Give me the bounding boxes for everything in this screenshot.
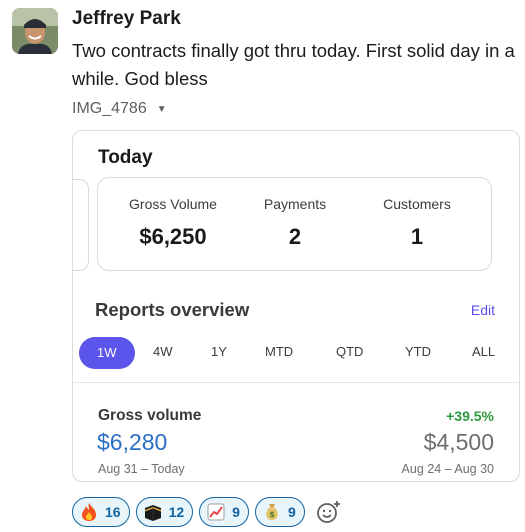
previous-card-edge (73, 179, 89, 271)
range-mtd[interactable]: MTD (265, 344, 293, 359)
chart-increasing-icon (206, 502, 226, 522)
metric-value: $6,250 (139, 224, 207, 249)
reports-overview-title: Reports overview (95, 299, 250, 320)
reaction-count: 16 (105, 504, 121, 520)
reaction-fire[interactable]: 16 (72, 497, 130, 527)
gross-volume-previous-range: Aug 24 – Aug 30 (401, 462, 494, 476)
caret-down-icon[interactable]: ▼ (157, 104, 167, 115)
attached-image[interactable]: Today Gross Volume $6,250 Payments 2 Cus… (72, 130, 520, 482)
metric-label: Payments (263, 196, 327, 212)
range-selector: 1W 4W 1Y MTD QTD YTD ALL (73, 334, 519, 374)
attachment-header[interactable]: IMG_4786 ▼ (72, 100, 167, 118)
range-4w[interactable]: 4W (153, 344, 173, 359)
range-ytd[interactable]: YTD (405, 344, 431, 359)
money-bag-icon: $ (262, 502, 282, 522)
today-summary-card: Gross Volume $6,250 Payments 2 Customers… (97, 177, 492, 271)
divider (73, 382, 519, 383)
avatar[interactable] (12, 8, 58, 54)
metric-value: 1 (410, 224, 424, 249)
gross-volume-change: +39.5% (446, 408, 494, 424)
svg-text:$: $ (269, 510, 275, 519)
metric-label: Customers (383, 196, 451, 212)
message-author[interactable]: Jeffrey Park (72, 8, 181, 30)
reaction-kaaba[interactable]: 12 (135, 497, 194, 527)
metric-label: Gross Volume (129, 196, 217, 212)
reaction-chart-increasing[interactable]: 9 (199, 497, 249, 527)
range-1w[interactable]: 1W (79, 337, 135, 369)
message-text: Two contracts finally got thru today. Fi… (72, 40, 515, 89)
edit-link[interactable]: Edit (471, 302, 495, 318)
add-reaction-button[interactable] (311, 497, 347, 527)
gross-volume-label: Gross volume (98, 407, 202, 424)
reaction-count: 9 (287, 504, 296, 520)
fire-icon (79, 502, 99, 522)
reaction-count: 12 (168, 504, 185, 520)
reactions-bar: 16 12 9 $ 9 (72, 497, 347, 527)
attachment-name: IMG_4786 (72, 100, 147, 117)
reaction-money-bag[interactable]: $ 9 (254, 497, 305, 527)
kaaba-icon (143, 502, 163, 522)
gross-volume-previous: $4,500 (423, 429, 494, 455)
add-reaction-icon (316, 501, 340, 523)
gross-volume-current-range: Aug 31 – Today (98, 462, 185, 476)
range-all[interactable]: ALL (472, 344, 495, 359)
avatar-photo-icon (12, 8, 58, 54)
today-title: Today (98, 147, 153, 168)
reaction-count: 9 (232, 504, 240, 520)
range-1y[interactable]: 1Y (211, 344, 227, 359)
range-qtd[interactable]: QTD (336, 344, 363, 359)
gross-volume-current: $6,280 (97, 429, 168, 455)
metric-value: 2 (288, 224, 302, 249)
